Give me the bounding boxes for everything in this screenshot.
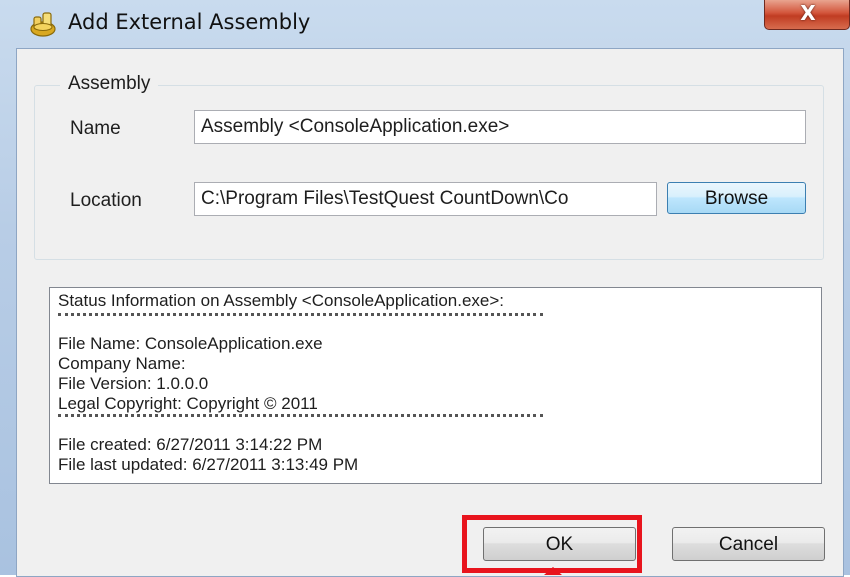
window-title: Add External Assembly [68, 10, 311, 34]
cancel-button[interactable]: Cancel [672, 527, 825, 561]
status-file-updated: File last updated: 6/27/2011 3:13:49 PM [58, 455, 359, 474]
browse-button-label: Browse [704, 188, 769, 209]
close-icon: X [800, 1, 816, 25]
ok-highlight-box [462, 515, 642, 573]
title-bar[interactable]: Add External Assembly X [0, 0, 850, 46]
status-legal-copyright: Legal Copyright: Copyright © 2011 [58, 394, 318, 413]
assembly-icon [30, 12, 56, 37]
status-heading: Status Information on Assembly <ConsoleA… [58, 291, 505, 310]
status-divider [58, 313, 543, 324]
status-information-box[interactable]: Status Information on Assembly <ConsoleA… [49, 287, 822, 484]
location-label: Location [70, 190, 142, 211]
status-file-name: File Name: ConsoleApplication.exe [58, 334, 323, 353]
status-divider [58, 414, 543, 425]
name-field[interactable]: Assembly <ConsoleApplication.exe> [194, 110, 806, 144]
location-field[interactable]: C:\Program Files\TestQuest CountDown\Co [194, 182, 657, 216]
assembly-group-legend: Assembly [60, 73, 159, 95]
dialog-window: Add External Assembly X Assembly Name As… [0, 0, 850, 577]
status-file-version: File Version: 1.0.0.0 [58, 374, 209, 393]
status-file-created: File created: 6/27/2011 3:14:22 PM [58, 435, 323, 454]
close-button[interactable]: X [764, 0, 850, 30]
cancel-button-label: Cancel [718, 534, 779, 555]
browse-button[interactable]: Browse [667, 182, 806, 214]
status-company-name: Company Name: [58, 354, 186, 373]
annotation-arrow-icon [544, 567, 562, 575]
name-label: Name [70, 118, 121, 139]
